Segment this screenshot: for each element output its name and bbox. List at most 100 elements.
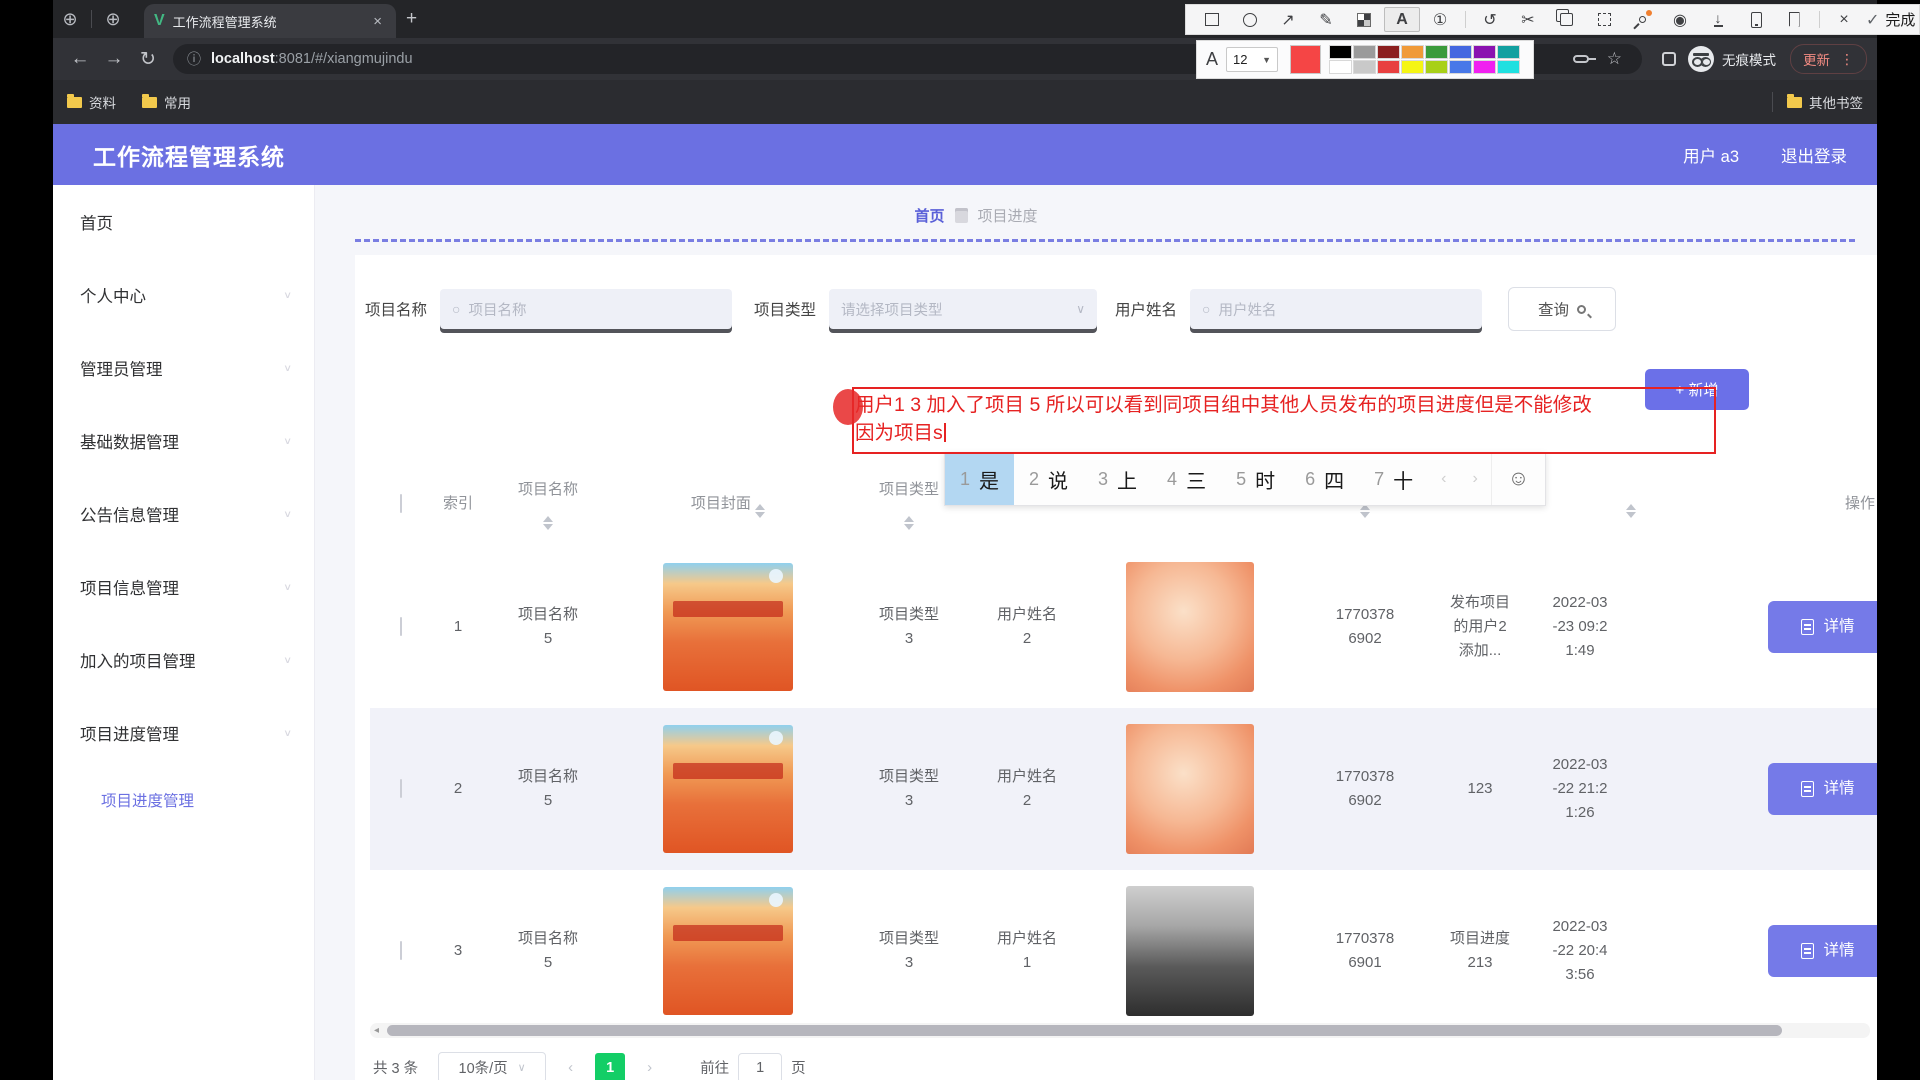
row-checkbox[interactable] [400,779,402,798]
header-cover[interactable]: 项目封面 [612,490,844,518]
region-select-icon[interactable] [1586,7,1622,32]
number-stamp-icon[interactable]: ① [1422,7,1458,32]
extension-icon[interactable] [1662,52,1676,66]
ime-prev-icon[interactable]: ‹ [1428,453,1459,505]
color-swatch[interactable] [1401,45,1424,59]
color-swatch[interactable] [1329,45,1352,59]
other-bookmarks[interactable]: 其他书签 [1772,92,1863,112]
color-swatch[interactable] [1353,60,1376,74]
detail-button[interactable]: 详情 [1768,763,1877,815]
update-button[interactable]: 更新 ⋮ [1790,44,1867,74]
ime-candidate[interactable]: 6 四 [1290,453,1359,505]
select-all-checkbox[interactable] [400,494,402,513]
color-swatch[interactable] [1473,60,1496,74]
arrow-tool-icon[interactable]: ↗ [1270,7,1306,32]
color-swatch[interactable] [1425,45,1448,59]
user-name-input[interactable]: ○ 用户姓名 [1190,289,1482,329]
bookmark-changyong[interactable]: 常用 [142,92,191,112]
sidebar-item[interactable]: 管理员管理 ∨ [53,331,314,404]
forward-icon[interactable]: → [97,48,131,70]
scroll-left-icon[interactable]: ◂ [374,1025,379,1036]
record-icon[interactable]: ◉ [1662,7,1698,32]
text-tool-icon[interactable]: A [1384,7,1420,32]
ime-candidate[interactable]: 3 上 [1083,453,1152,505]
download-icon[interactable]: ↓ [1700,7,1736,32]
close-tab-icon[interactable]: × [369,13,386,30]
header-index[interactable]: 索引 [432,492,484,516]
cover-image[interactable] [663,563,793,691]
horizontal-scrollbar[interactable]: ◂ [370,1023,1870,1038]
sidebar-item[interactable]: 项目信息管理 ∨ [53,550,314,623]
scissors-icon[interactable]: ✂ [1510,7,1546,32]
sidebar-item[interactable]: 加入的项目管理 ∨ [53,623,314,696]
avatar[interactable] [1126,886,1254,1016]
pin-icon[interactable] [1624,7,1660,32]
goto-page-input[interactable] [738,1053,782,1080]
color-swatch[interactable] [1497,60,1520,74]
avatar[interactable] [1126,724,1254,854]
prev-page-button[interactable]: ‹ [568,1059,573,1076]
browser-globe-icon[interactable]: ⊕ [53,2,87,36]
row-checkbox[interactable] [400,941,402,960]
ime-candidate[interactable]: 5 时 [1221,453,1290,505]
cover-image[interactable] [663,725,793,853]
ime-candidate[interactable]: 7 十 [1359,453,1428,505]
emoji-icon[interactable]: ☺ [1491,453,1545,505]
browser-globe-icon-2[interactable]: ⊕ [96,2,130,36]
sidebar-subitem-active[interactable]: 项目进度管理 [53,769,314,831]
color-swatch[interactable] [1449,60,1472,74]
undo-icon[interactable]: ↺ [1472,7,1508,32]
current-color-swatch[interactable] [1290,45,1321,74]
bookmark-star-icon[interactable]: ☆ [1607,49,1622,69]
project-type-select[interactable]: 请选择项目类型 ∨ [829,289,1097,329]
device-icon[interactable] [1738,7,1774,32]
color-swatch[interactable] [1353,45,1376,59]
color-swatch[interactable] [1377,60,1400,74]
ime-candidate[interactable]: 1 是 [945,453,1014,505]
translate-ocr-icon[interactable] [1548,7,1584,32]
pencil-tool-icon[interactable]: ✎ [1308,7,1344,32]
cancel-capture-icon[interactable]: × [1826,7,1862,32]
current-page[interactable]: 1 [595,1053,625,1080]
sidebar-item[interactable]: 个人中心 ∨ [53,258,314,331]
separator[interactable] [1814,7,1824,32]
page-info-icon[interactable]: ⓘ [187,49,201,69]
page-size-select[interactable]: 10条/页 ∨ [438,1052,546,1080]
sidebar-item[interactable]: 公告信息管理 ∨ [53,477,314,550]
project-name-input[interactable]: ○ 项目名称 [440,289,732,329]
ime-next-icon[interactable]: › [1459,453,1490,505]
row-checkbox[interactable] [400,617,402,636]
reload-icon[interactable]: ↻ [131,48,165,71]
ellipse-tool-icon[interactable] [1232,7,1268,32]
detail-button[interactable]: 详情 [1768,601,1877,653]
browser-menu-icon[interactable]: ⋮ [1840,51,1854,68]
active-tab[interactable]: V 工作流程管理系统 × [144,4,396,38]
sort-icon[interactable] [755,504,765,518]
capture-done-button[interactable]: ✓ 完成 [1866,9,1915,30]
ime-candidate[interactable]: 4 三 [1152,453,1221,505]
color-swatch[interactable] [1425,60,1448,74]
scrollbar-thumb[interactable] [387,1025,1782,1036]
sort-icon[interactable] [1360,504,1370,518]
rectangle-tool-icon[interactable] [1194,7,1230,32]
color-swatch[interactable] [1449,45,1472,59]
avatar[interactable] [1126,562,1254,692]
detail-button[interactable]: 详情 [1768,925,1877,977]
new-tab-button[interactable]: + [406,8,417,30]
bookmark-ziliao[interactable]: 资料 [67,92,116,112]
sidebar-item[interactable]: 基础数据管理 ∨ [53,404,314,477]
color-swatch[interactable] [1497,45,1520,59]
header-project-name[interactable]: 项目名称 [484,478,612,530]
bookmark-save-icon[interactable] [1776,7,1812,32]
query-button[interactable]: 查询 [1508,287,1616,331]
logout-link[interactable]: 退出登录 [1781,143,1847,167]
color-swatch[interactable] [1401,60,1424,74]
sort-icon[interactable] [543,516,553,530]
breadcrumb-home[interactable]: 首页 [914,205,944,226]
font-size-select[interactable]: 12 ▼ [1226,47,1278,72]
color-swatch[interactable] [1473,45,1496,59]
separator[interactable] [1460,7,1470,32]
mosaic-tool-icon[interactable] [1346,7,1382,32]
color-swatch[interactable] [1377,45,1400,59]
back-icon[interactable]: ← [63,48,97,70]
